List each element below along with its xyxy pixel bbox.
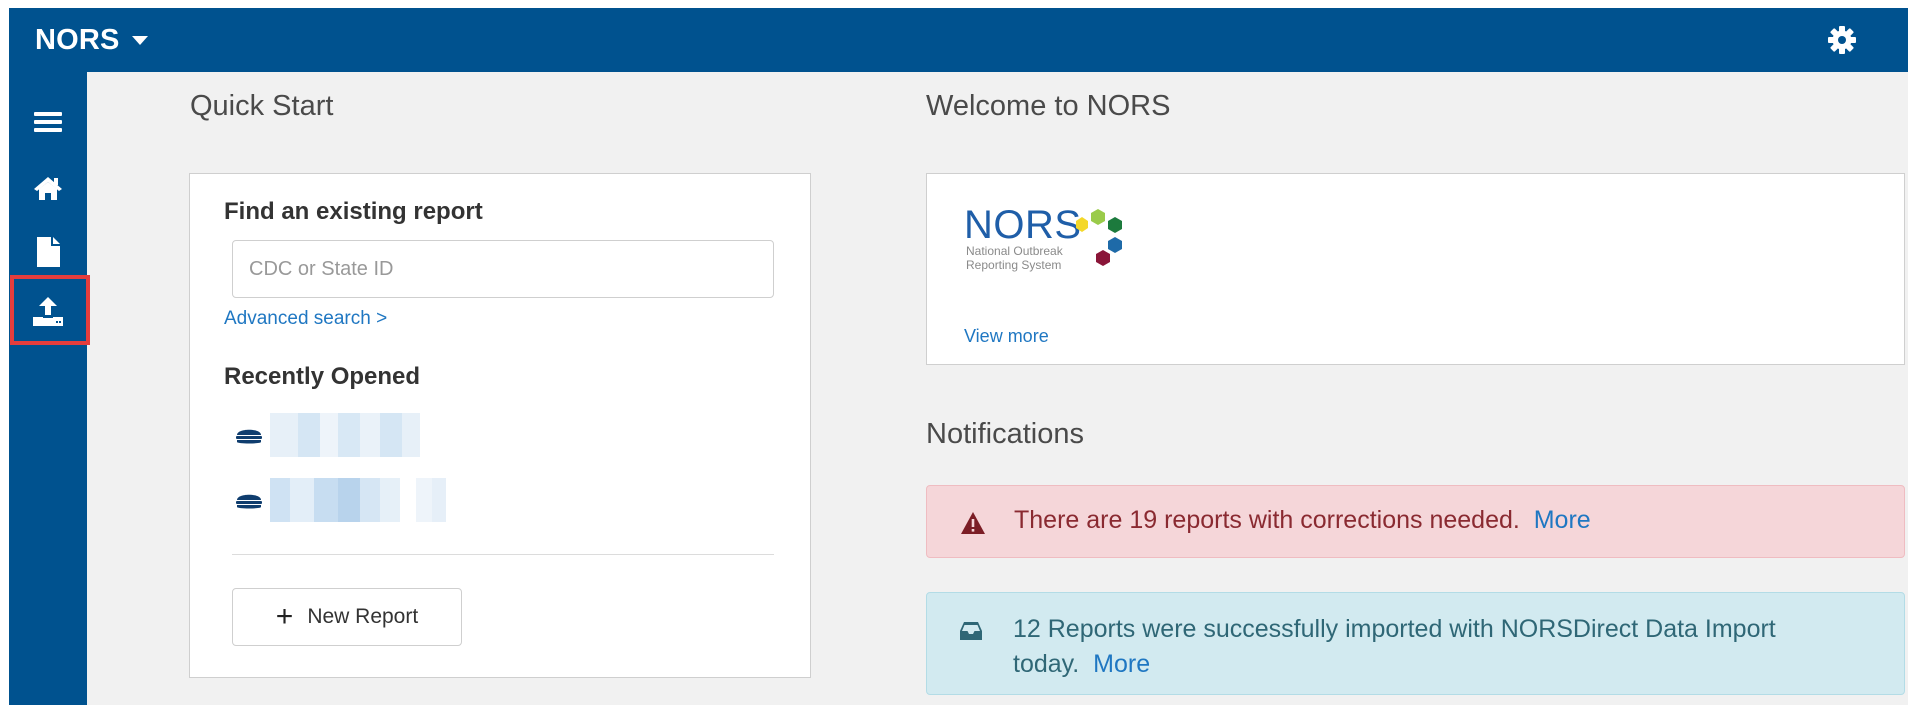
import-text-line2: today. xyxy=(1013,650,1080,678)
corrections-message: There are 19 reports with corrections ne… xyxy=(1014,506,1591,535)
document-icon[interactable] xyxy=(28,232,68,272)
quick-start-title: Quick Start xyxy=(190,90,334,122)
welcome-title: Welcome to NORS xyxy=(926,90,1171,122)
menu-icon[interactable] xyxy=(28,102,68,142)
find-report-heading: Find an existing report xyxy=(224,198,483,225)
recent-item-redacted xyxy=(270,413,420,457)
import-message: 12 Reports were successfully imported wi… xyxy=(1013,612,1776,682)
import-text-line1: 12 Reports were successfully imported wi… xyxy=(1013,615,1776,643)
app-menu-button[interactable]: NORS xyxy=(35,23,148,56)
card-divider xyxy=(232,554,774,555)
notifications-title: Notifications xyxy=(926,418,1084,450)
plus-icon: + xyxy=(275,600,294,633)
warning-icon xyxy=(961,512,985,534)
app-frame: NORS Quick Start Find an existing report… xyxy=(9,8,1908,705)
import-alert: 12 Reports were successfully imported wi… xyxy=(926,592,1905,695)
advanced-search-link[interactable]: Advanced search > xyxy=(224,308,387,330)
home-icon[interactable] xyxy=(28,168,68,208)
recent-item[interactable] xyxy=(234,478,446,522)
app-title: NORS xyxy=(35,23,120,56)
logo-hexagons xyxy=(1076,209,1122,266)
logo-subtitle-line2: Reporting System xyxy=(966,258,1062,272)
new-report-label: New Report xyxy=(307,605,419,628)
corrections-alert: There are 19 reports with corrections ne… xyxy=(926,485,1905,558)
gear-icon[interactable] xyxy=(1827,25,1857,55)
search-input[interactable] xyxy=(232,240,774,298)
import-more-link[interactable]: More xyxy=(1093,650,1150,678)
caret-down-icon xyxy=(131,35,148,45)
sidebar xyxy=(9,72,87,705)
corrections-more-link[interactable]: More xyxy=(1534,506,1591,534)
view-more-link[interactable]: View more xyxy=(964,326,1049,347)
logo-subtitle-line1: National Outbreak xyxy=(966,244,1063,258)
recently-opened-heading: Recently Opened xyxy=(224,363,421,390)
top-bar: NORS xyxy=(9,8,1908,72)
corrections-text: There are 19 reports with corrections ne… xyxy=(1014,506,1520,534)
upload-highlight-box xyxy=(10,275,90,345)
new-report-button[interactable]: + New Report xyxy=(232,588,462,646)
import-text-line2-row: today. More xyxy=(1013,647,1776,682)
inbox-icon xyxy=(960,622,982,640)
foodborne-icon xyxy=(236,494,262,509)
recent-item[interactable] xyxy=(234,413,420,457)
recent-item-redacted xyxy=(270,478,446,522)
logo-wordmark: NORS xyxy=(964,203,1082,247)
foodborne-icon xyxy=(236,429,262,444)
nors-logo: NORS National Outbreak Reporting System xyxy=(964,203,1144,283)
